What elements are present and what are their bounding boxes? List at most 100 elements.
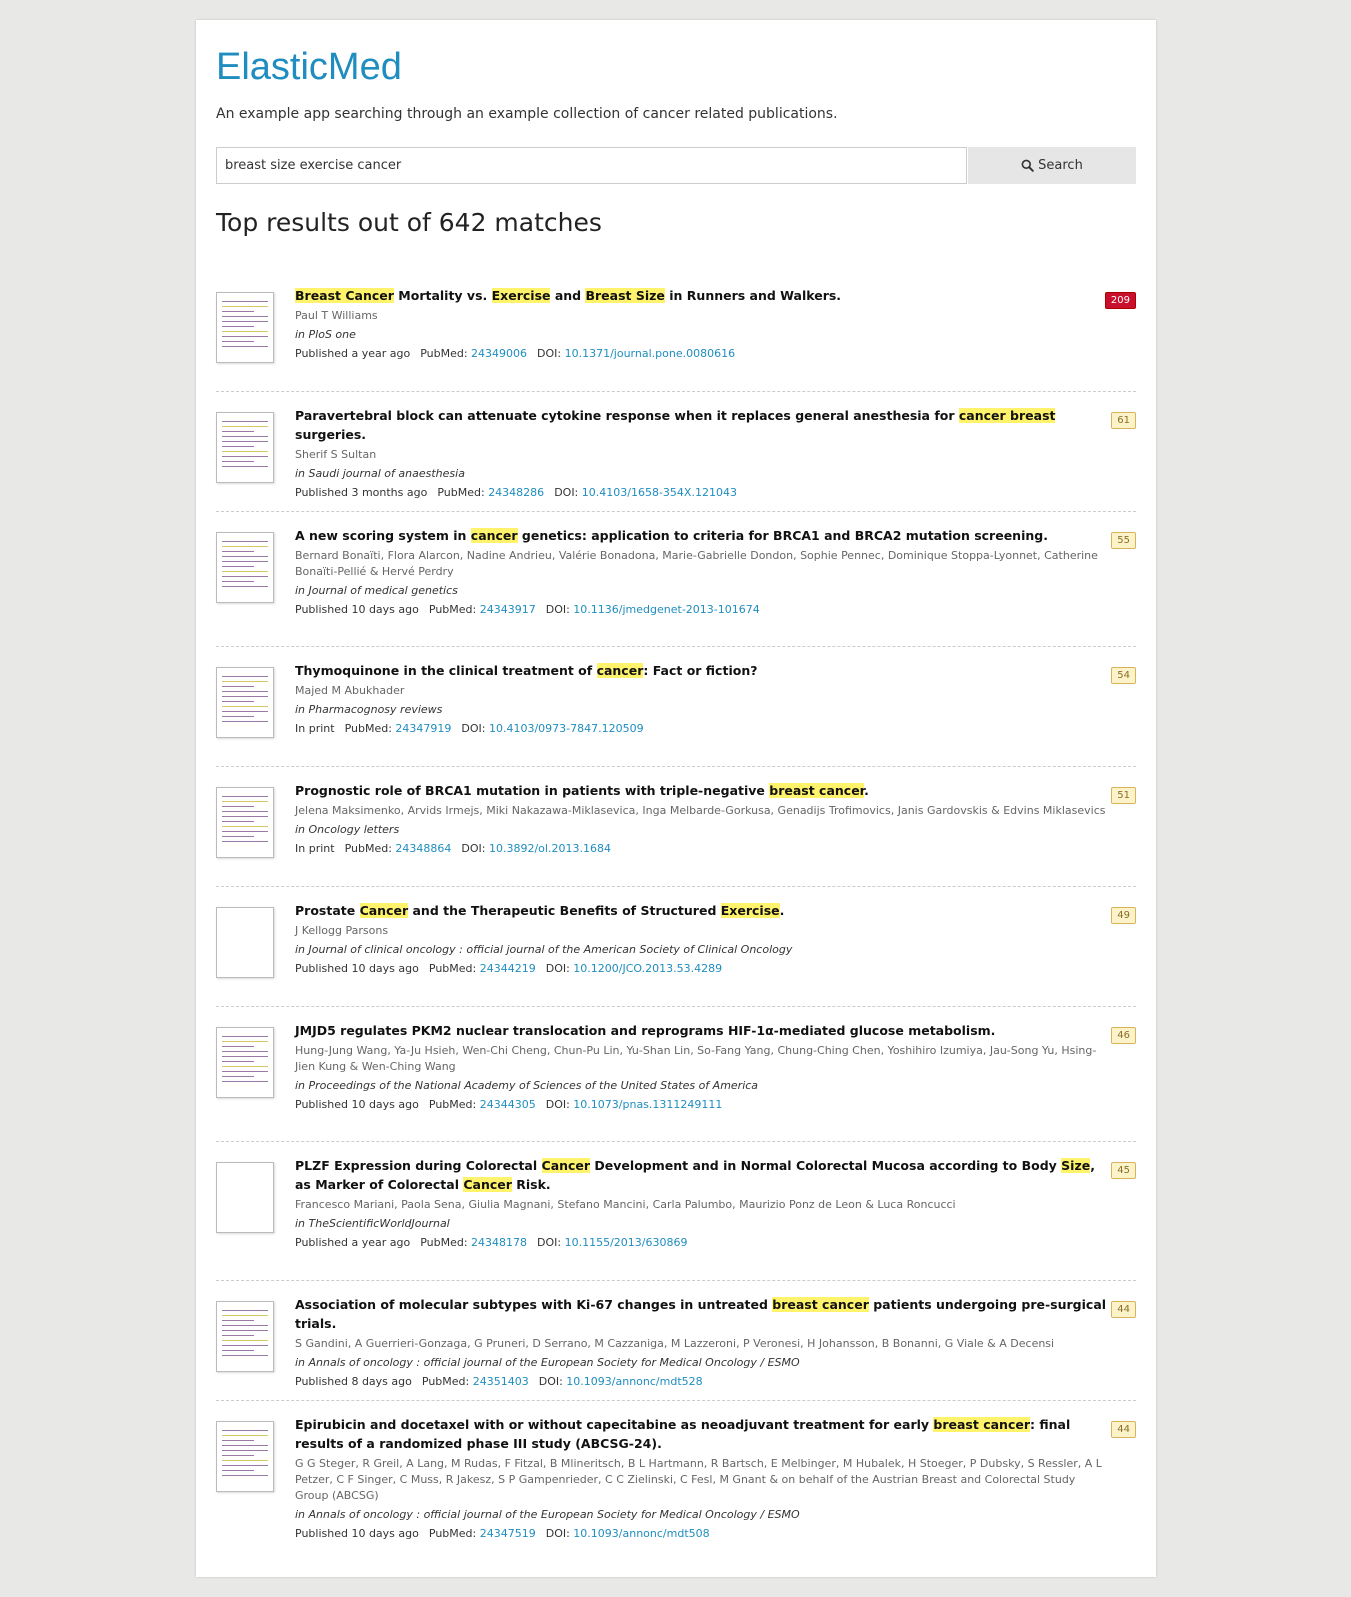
result-title[interactable]: Thymoquinone in the clinical treatment o… [295,661,1112,680]
title-text: genetics: application to criteria for BR… [517,528,1048,543]
title-text: Prognostic role of BRCA1 mutation in pat… [295,783,770,798]
thumbnail-text-line [222,316,268,317]
pubmed-label: PubMed: [428,1098,480,1111]
doi-link[interactable]: 10.1093/annonc/mdt528 [566,1375,702,1388]
thumbnail-text-line [222,1350,255,1351]
score-badge: 46 [1111,1027,1136,1044]
result-authors: Francesco Mariani, Paola Sena, Giulia Ma… [295,1198,956,1211]
doi-label: DOI: [461,842,489,855]
doi-label: DOI: [537,1236,565,1249]
result-authors: Paul T Williams [295,309,378,322]
search-input[interactable] [216,147,967,184]
result-title[interactable]: PLZF Expression during Colorectal Cancer… [295,1156,1112,1194]
thumbnail-text-line [222,541,268,542]
title-text: and [550,288,586,303]
result-journal: in Pharmacognosy reviews [295,703,443,716]
result-thumbnail[interactable] [216,787,274,858]
thumbnail-text-line [222,806,255,807]
result-item: Prognostic role of BRCA1 mutation in pat… [216,767,1136,887]
results-list: Breast Cancer Mortality vs. Exercise and… [216,272,1136,1551]
highlighted-term: Size [1061,1158,1091,1173]
pubmed-label: PubMed: [437,486,489,499]
result-meta: Published 8 days ago PubMed: 24351403 DOI:… [295,1374,1112,1390]
search-bar: Search [216,147,1136,184]
published-date: Published a year ago [295,1236,411,1249]
pubmed-link[interactable]: 24343917 [480,603,536,616]
doi-link[interactable]: 10.1136/jmedgenet-2013-101674 [573,603,759,616]
pubmed-link[interactable]: 24348286 [488,486,544,499]
thumbnail-text-line [222,1435,268,1436]
result-thumbnail[interactable] [216,1162,274,1233]
pubmed-link[interactable]: 24344219 [480,962,536,975]
thumbnail-text-line [222,441,268,442]
result-body: A new scoring system in cancer genetics:… [295,526,1112,618]
pubmed-link[interactable]: 24348864 [395,842,451,855]
title-text: Risk. [511,1177,551,1192]
result-thumbnail[interactable] [216,907,274,978]
doi-link[interactable]: 10.1155/2013/630869 [565,1236,688,1249]
result-meta: Published 10 days ago PubMed: 24343917 DOI… [295,602,1112,618]
doi-link[interactable]: 10.4103/1658-354X.121043 [582,486,737,499]
published-date: In print [295,722,335,735]
result-title[interactable]: Paravertebral block can attenuate cytoki… [295,406,1112,444]
title-text: Prostate [295,903,360,918]
result-item: Thymoquinone in the clinical treatment o… [216,647,1136,767]
highlighted-term: cancer [596,663,644,678]
doi-label: DOI: [554,486,582,499]
thumbnail-text-line [222,1036,268,1037]
thumbnail-text-line [222,586,268,587]
result-title[interactable]: Breast Cancer Mortality vs. Exercise and… [295,286,1112,305]
pubmed-link[interactable]: 24349006 [471,347,527,360]
doi-link[interactable]: 10.1200/JCO.2013.53.4289 [573,962,722,975]
thumbnail-text-line [222,836,255,837]
published-date: Published 8 days ago [295,1375,412,1388]
doi-label: DOI: [545,962,574,975]
result-authors: Sherif S Sultan [295,448,377,461]
result-thumbnail[interactable] [216,292,274,363]
result-item: A new scoring system in cancer genetics:… [216,512,1136,647]
pubmed-label: PubMed: [428,962,480,975]
result-thumbnail[interactable] [216,667,274,738]
pubmed-link[interactable]: 24344305 [480,1098,536,1111]
highlighted-term: Breast Size [585,288,665,303]
title-text: Paravertebral block can attenuate cytoki… [295,408,959,423]
published-date: Published a year ago [295,347,411,360]
pubmed-label: PubMed: [420,1236,472,1249]
pubmed-link[interactable]: 24351403 [473,1375,529,1388]
doi-link[interactable]: 10.1073/pnas.1311249111 [573,1098,722,1111]
pubmed-label: PubMed: [420,347,472,360]
result-title[interactable]: Epirubicin and docetaxel with or without… [295,1415,1112,1453]
result-thumbnail[interactable] [216,1301,274,1372]
result-thumbnail[interactable] [216,412,274,483]
doi-link[interactable]: 10.4103/0973-7847.120509 [489,722,644,735]
thumbnail-text-line [222,1330,268,1331]
app-title[interactable]: ElasticMed [216,46,402,89]
thumbnail-text-line [222,711,268,712]
result-thumbnail[interactable] [216,532,274,603]
doi-link[interactable]: 10.1371/journal.pone.0080616 [565,347,735,360]
pubmed-link[interactable]: 24347519 [480,1527,536,1540]
result-title[interactable]: Prostate Cancer and the Therapeutic Bene… [295,901,1112,920]
pubmed-link[interactable]: 24348178 [471,1236,527,1249]
result-authors: Majed M Abukhader [295,684,405,697]
doi-label: DOI: [538,1375,567,1388]
result-item: Prostate Cancer and the Therapeutic Bene… [216,887,1136,1007]
thumbnail-text-line [222,466,268,467]
result-title[interactable]: A new scoring system in cancer genetics:… [295,526,1112,545]
score-badge: 54 [1111,667,1136,684]
thumbnail-text-line [222,426,268,427]
search-button[interactable]: Search [968,147,1136,184]
result-title[interactable]: Association of molecular subtypes with K… [295,1295,1112,1333]
result-thumbnail[interactable] [216,1421,274,1492]
thumbnail-text-line [222,446,255,447]
published-date: Published 10 days ago [295,1098,419,1111]
thumbnail-text-line [222,821,255,822]
result-title[interactable]: JMJD5 regulates PKM2 nuclear translocati… [295,1021,1112,1040]
pubmed-link[interactable]: 24347919 [395,722,451,735]
highlighted-term: Exercise [491,288,551,303]
result-thumbnail[interactable] [216,1027,274,1098]
doi-link[interactable]: 10.1093/annonc/mdt508 [573,1527,709,1540]
doi-link[interactable]: 10.3892/ol.2013.1684 [489,842,611,855]
result-title[interactable]: Prognostic role of BRCA1 mutation in pat… [295,781,1112,800]
thumbnail-text-line [222,1041,268,1042]
